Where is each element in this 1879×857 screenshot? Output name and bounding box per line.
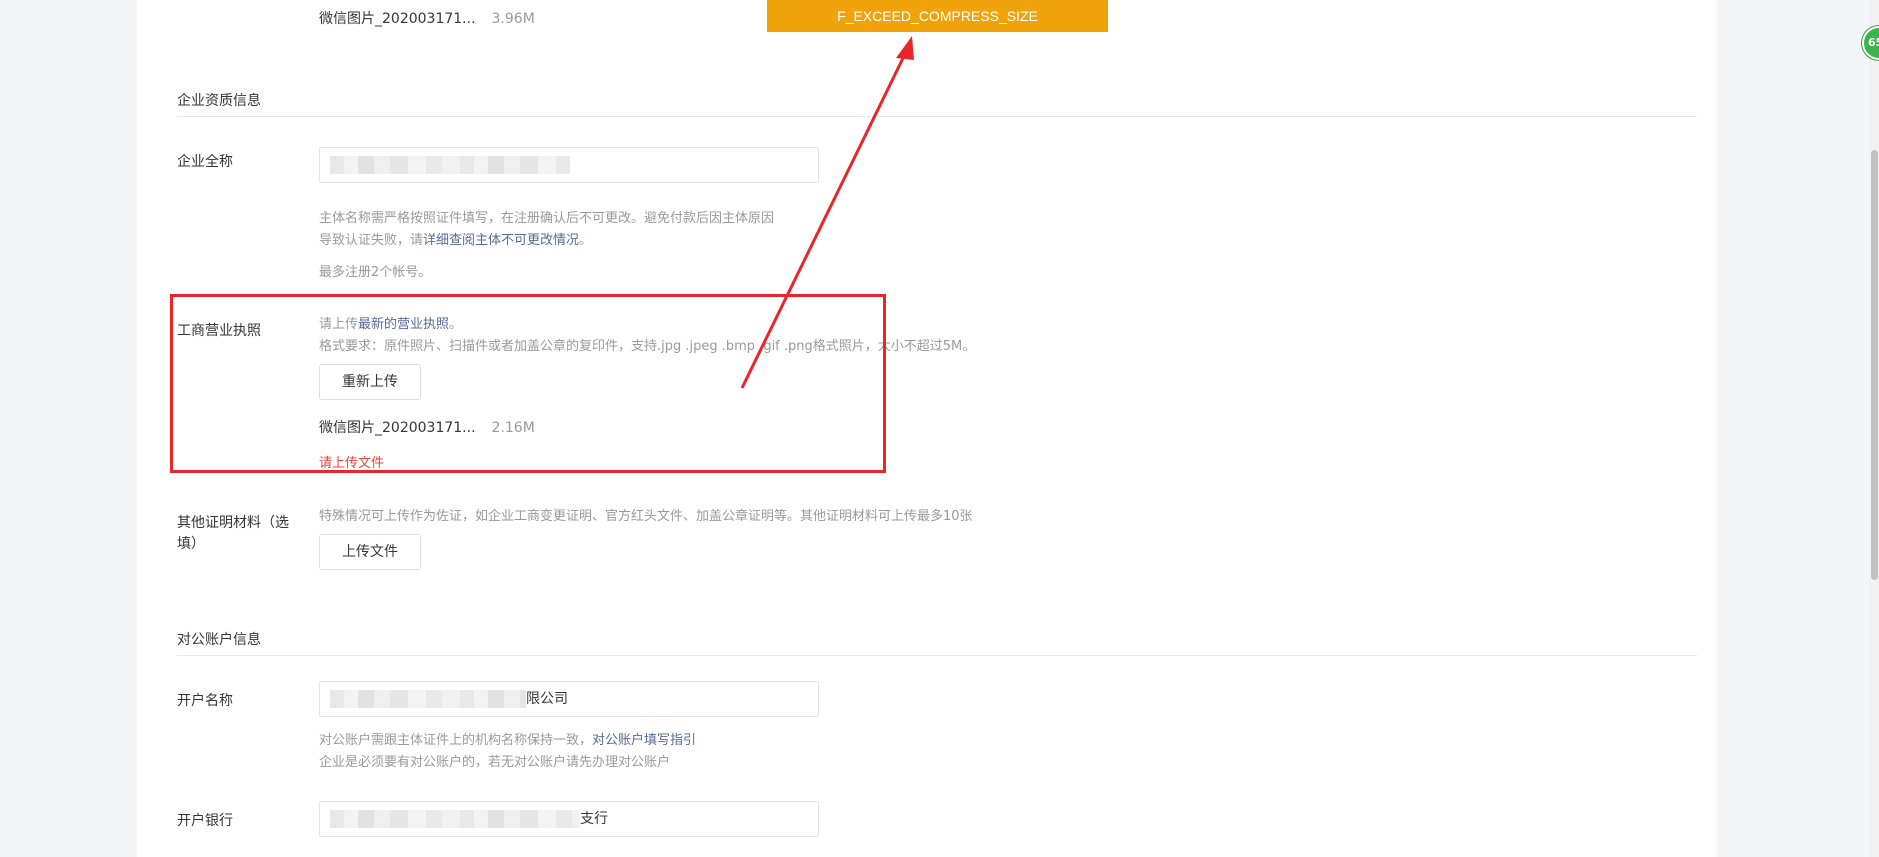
redacted-value — [330, 156, 570, 174]
redacted-value — [330, 810, 580, 828]
tip-text: 对公账户需跟主体证件上的机构名称保持一致， — [319, 733, 593, 748]
tip-text: 。 — [579, 233, 593, 248]
account-limit-tip: 最多注册2个帐号。 — [319, 265, 432, 280]
company-name-label: 企业全称 — [177, 154, 233, 170]
company-name-tip: 主体名称需严格按照证件填写，在注册确认后不可更改。避免付款后因主体原因 — [319, 207, 774, 226]
section-divider — [177, 655, 1697, 656]
scrollbar-thumb[interactable] — [1871, 150, 1878, 580]
tip-text: 导致认证失败，请 — [319, 233, 424, 248]
account-name-input[interactable]: 限公司 — [319, 681, 819, 717]
account-name-label: 开户名称 — [177, 693, 233, 709]
bank-input[interactable]: 支行 — [319, 801, 819, 837]
other-materials-label: 其他证明材料（选 — [177, 512, 289, 532]
section-title-qualification: 企业资质信息 — [177, 93, 261, 109]
section-title-bank-account: 对公账户信息 — [177, 632, 261, 648]
file-size: 3.96M — [491, 11, 535, 27]
file-name: 微信图片_202003171... — [319, 11, 476, 27]
input-value: 限公司 — [526, 691, 568, 707]
input-value: 支行 — [580, 811, 608, 827]
upload-file-button[interactable]: 上传文件 — [319, 534, 421, 570]
other-materials-label-line2: 填） — [177, 536, 205, 552]
other-materials-tip: 特殊情况可上传作为佐证，如企业工商变更证明、官方红头文件、加盖公章证明等。其他证… — [319, 509, 973, 524]
annotation-highlight-box — [170, 294, 886, 473]
company-name-input[interactable] — [319, 147, 819, 183]
tip-text: 主体名称需严格按照证件填写，在注册确认后不可更改。避免付款后因主体原因 — [319, 211, 775, 226]
section-divider — [177, 116, 1697, 117]
label-line: 其他证明材料（选 — [177, 515, 289, 531]
account-required-tip: 企业是必须要有对公账户的，若无对公账户请先办理对公账户 — [319, 755, 671, 770]
redacted-value — [330, 690, 526, 708]
unchangeable-info-link[interactable]: 详细查阅主体不可更改情况 — [423, 233, 579, 248]
company-name-tip-line2: 导致认证失败，请详细查阅主体不可更改情况。 — [319, 229, 592, 248]
floating-badge[interactable]: 65 — [1862, 26, 1879, 60]
account-name-tip: 对公账户需跟主体证件上的机构名称保持一致，对公账户填写指引 — [319, 729, 696, 748]
uploaded-file-item: 微信图片_202003171... 3.96M — [319, 8, 535, 28]
error-toast: F_EXCEED_COMPRESS_SIZE — [767, 0, 1108, 32]
account-guide-link[interactable]: 对公账户填写指引 — [592, 733, 696, 748]
bank-label: 开户银行 — [177, 813, 233, 829]
